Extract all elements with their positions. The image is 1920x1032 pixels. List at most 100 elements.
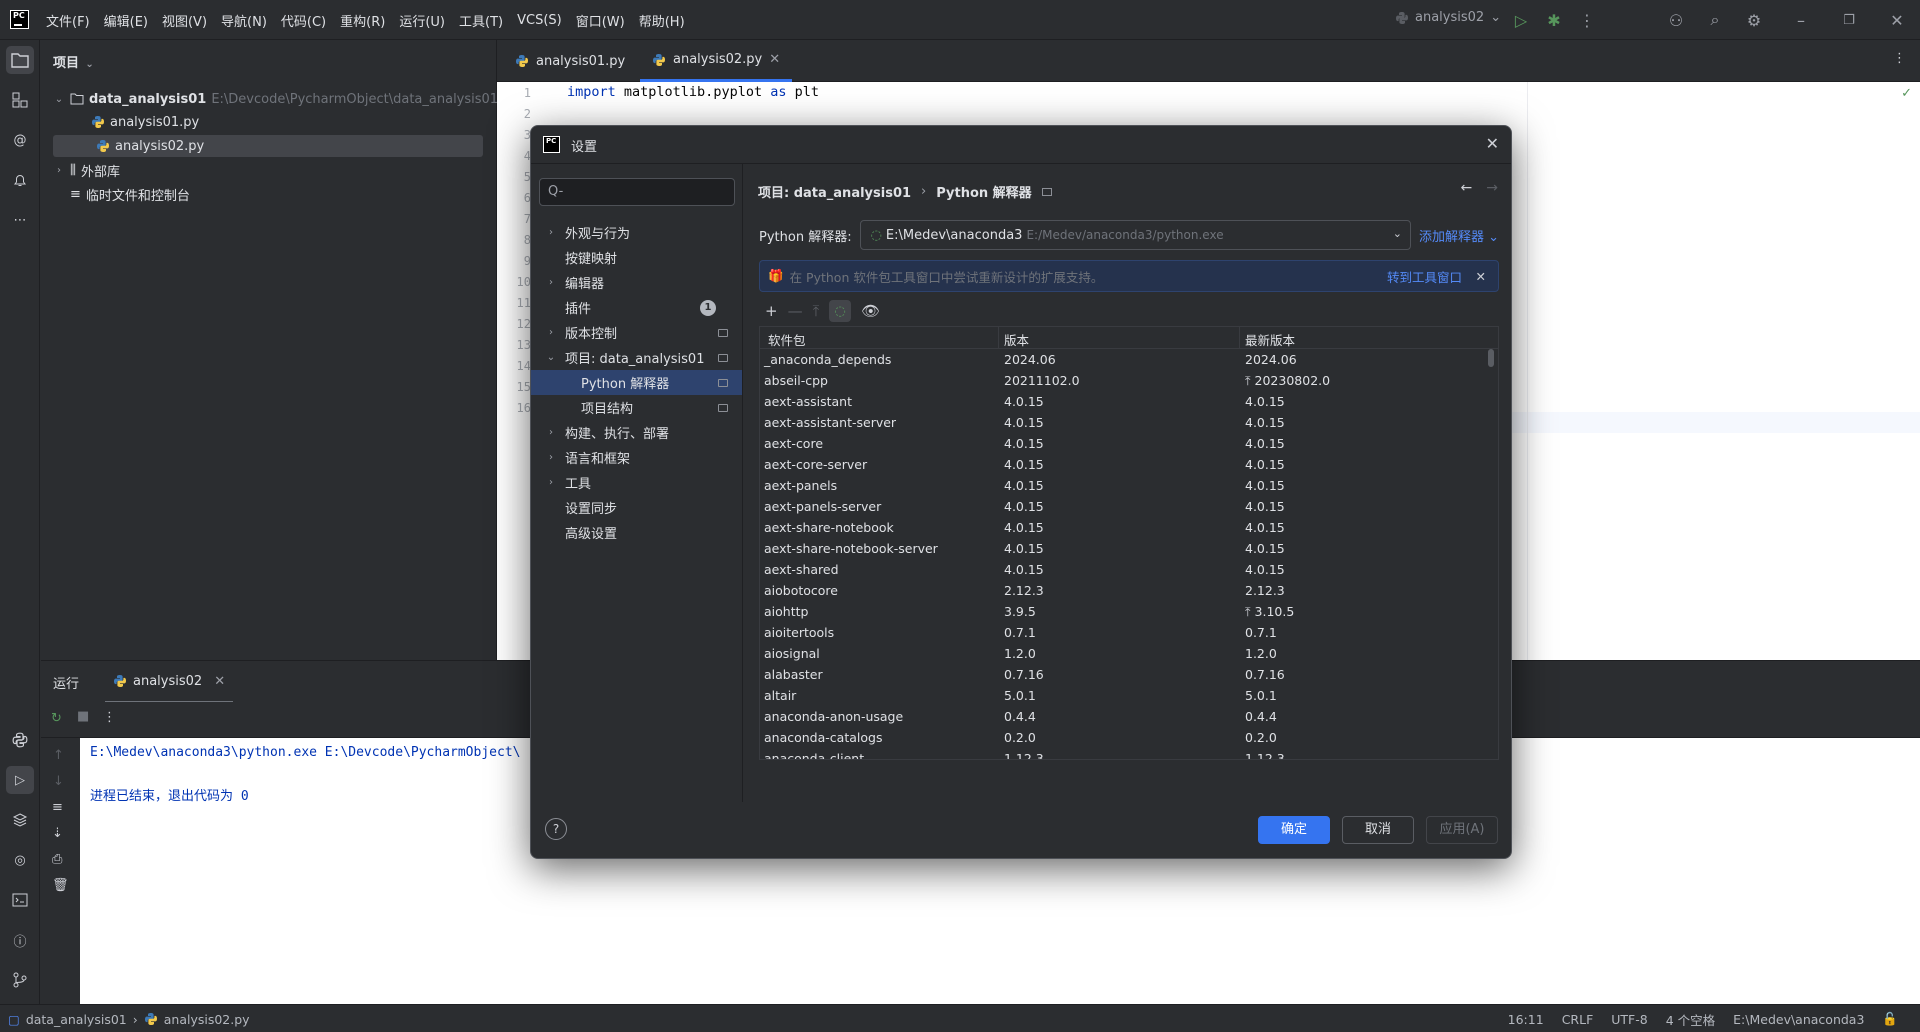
settings-search-input[interactable]: Q- [539,178,735,206]
loading-spinner-icon[interactable]: ◌ [829,300,852,322]
table-row[interactable]: aext-share-notebook 4.0.15 4.0.15 [760,517,1498,538]
run-tool-icon[interactable]: ▷ [6,766,34,794]
rerun-icon[interactable]: ↻ [51,711,62,726]
nav-project-structure[interactable]: 项目结构 [531,395,742,420]
close-tab-icon[interactable]: ✕ [769,52,780,67]
run-icon[interactable]: ▷ [1510,9,1532,31]
line-separator[interactable]: CRLF [1562,1012,1594,1027]
search-icon[interactable]: ⌕ [1704,9,1726,31]
remove-icon[interactable]: — [788,302,803,320]
table-row[interactable]: aiohttp 3.9.5 ⤒ 3.10.5 [760,601,1498,622]
breadcrumb-project[interactable]: data_analysis01 [26,1012,127,1027]
table-row[interactable]: abseil-cpp 20211102.0 ⤒ 20230802.0 [760,370,1498,391]
scroll-up-icon[interactable]: ↑ [53,748,64,763]
lock-icon[interactable]: 🔓 [1882,1011,1898,1027]
menu-edit[interactable]: 编辑(E) [104,11,148,30]
soft-wrap-icon[interactable]: ≡ [52,800,63,815]
forward-arrow-icon[interactable]: → [1486,180,1498,196]
nav-languages[interactable]: › 语言和框架 [531,445,742,470]
run-tab-analysis02[interactable]: analysis02 ✕ [105,661,234,703]
tree-root-folder[interactable]: ⌄ data_analysis01 E:\Devcode\PycharmObje… [53,88,498,110]
notifications-bell-icon[interactable] [6,166,34,194]
file-encoding[interactable]: UTF-8 [1611,1012,1647,1027]
stop-icon[interactable]: ■ [77,709,89,724]
tree-file-analysis01[interactable]: analysis01.py [91,111,199,133]
nav-python-interpreter[interactable]: Python 解释器 [531,370,742,395]
nav-plugins[interactable]: 插件 1 [531,295,742,320]
table-row[interactable]: aiobotocore 2.12.3 2.12.3 [760,580,1498,601]
git-branch-icon[interactable] [6,966,34,994]
eye-icon[interactable]: 👁 [861,302,880,320]
packages-table[interactable]: 软件包 版本 最新版本 _anaconda_depends 2024.06 2024… [759,326,1499,760]
menu-refactor[interactable]: 重构(R) [340,11,385,30]
menu-view[interactable]: 视图(V) [162,11,207,30]
menu-vcs[interactable]: VCS(S) [517,13,562,28]
nav-keymap[interactable]: 按键映射 [531,245,742,270]
help-button[interactable]: ? [545,818,567,840]
column-header-package[interactable]: 软件包 [768,330,806,349]
chevron-right-icon[interactable]: › [53,165,65,176]
gear-icon[interactable]: ⚙ [1743,9,1765,31]
tree-scratches[interactable]: ≡ 临时文件和控制台 [53,183,190,205]
project-panel-header[interactable]: 项目 ⌄ [53,52,96,71]
table-row[interactable]: aext-core 4.0.15 4.0.15 [760,433,1498,454]
add-icon[interactable]: + [765,302,778,320]
maximize-icon[interactable]: ❐ [1838,9,1860,31]
trash-icon[interactable]: 🗑 [52,878,69,893]
nav-settings-sync[interactable]: 设置同步 [531,495,742,520]
table-row[interactable]: alabaster 0.7.16 0.7.16 [760,664,1498,685]
add-interpreter-link[interactable]: 添加解释器 ⌄ [1419,226,1499,245]
cancel-button[interactable]: 取消 [1342,816,1414,844]
tab-analysis02[interactable]: analysis02.py ✕ [640,40,793,82]
banner-link[interactable]: 转到工具窗口 [1387,267,1462,286]
table-row[interactable]: aiosignal 1.2.0 1.2.0 [760,643,1498,664]
problems-icon[interactable]: ⓘ [6,926,34,954]
table-row[interactable]: anaconda-anon-usage 0.4.4 0.4.4 [760,706,1498,727]
table-row[interactable]: _anaconda_depends 2024.06 2024.06 [760,349,1498,370]
project-folder-icon[interactable] [6,46,34,74]
menu-help[interactable]: 帮助(H) [639,11,685,30]
table-row[interactable]: aioitertools 0.7.1 0.7.1 [760,622,1498,643]
scroll-down-icon[interactable]: ↓ [53,774,64,789]
more-vertical-icon[interactable]: ⋮ [103,710,116,725]
column-header-latest[interactable]: 最新版本 [1245,330,1295,349]
close-icon[interactable]: ✕ [1476,269,1486,284]
menu-tools[interactable]: 工具(T) [459,11,503,30]
table-row[interactable]: anaconda-catalogs 0.2.0 0.2.0 [760,727,1498,748]
table-row[interactable]: aext-shared 4.0.15 4.0.15 [760,559,1498,580]
terminal-icon[interactable] [6,886,34,914]
nav-vcs[interactable]: › 版本控制 [531,320,742,345]
python-console-icon[interactable]: @ [6,126,34,154]
back-arrow-icon[interactable]: ← [1461,180,1473,196]
table-row[interactable]: aext-share-notebook-server 4.0.15 4.0.15 [760,538,1498,559]
menu-navigate[interactable]: 导航(N) [221,11,267,30]
nav-appearance[interactable]: › 外观与行为 [531,220,742,245]
print-icon[interactable]: ⎙ [52,852,62,867]
caret-position[interactable]: 16:11 [1508,1012,1544,1027]
close-icon[interactable]: ✕ [1486,134,1499,153]
ok-button[interactable]: 确定 [1258,816,1330,844]
run-config-selector[interactable]: analysis02 ⌄ [1395,10,1501,25]
more-vertical-icon[interactable]: ⋮ [1576,9,1598,31]
upgrade-available-icon[interactable]: ⤒ [1245,373,1251,388]
table-scrollbar[interactable] [1488,349,1494,367]
scroll-to-end-icon[interactable]: ⇣ [52,826,63,841]
nav-advanced[interactable]: 高级设置 [531,520,742,545]
close-tab-icon[interactable]: ✕ [214,674,225,689]
python-packages-icon[interactable] [6,726,34,754]
nav-project[interactable]: ⌄ 项目: data_analysis01 [531,345,742,370]
minimize-icon[interactable]: – [1790,9,1812,31]
indent-setting[interactable]: 4 个空格 [1666,1010,1715,1029]
more-horizontal-icon[interactable]: ⋯ [6,206,34,234]
breadcrumb-file[interactable]: analysis02.py [164,1012,250,1027]
add-user-icon[interactable]: ⚇ [1665,9,1687,31]
interpreter-select[interactable]: ◌ E:\Medev\anaconda3 E:/Medev/anaconda3/… [859,220,1411,250]
status-interpreter[interactable]: E:\Medev\anaconda3 [1733,1012,1864,1027]
tree-file-analysis02[interactable]: analysis02.py [53,135,483,157]
nav-tools[interactable]: › 工具 [531,470,742,495]
menu-window[interactable]: 窗口(W) [576,11,625,30]
close-icon[interactable]: ✕ [1886,9,1908,31]
table-row[interactable]: aext-panels-server 4.0.15 4.0.15 [760,496,1498,517]
inspection-ok-icon[interactable]: ✓ [1901,86,1912,101]
nav-editor[interactable]: › 编辑器 [531,270,742,295]
